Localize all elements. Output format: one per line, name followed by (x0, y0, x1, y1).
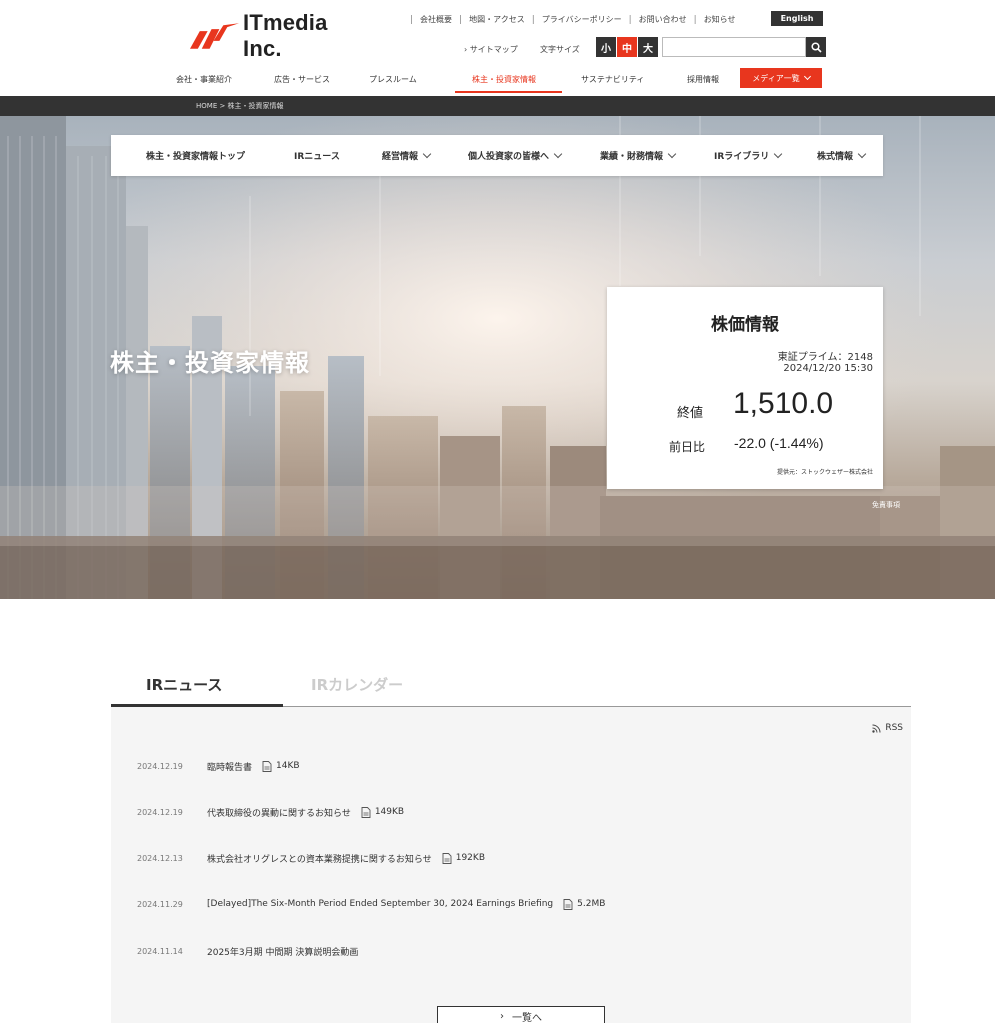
ir-tabs: IRニュース IRカレンダー (111, 660, 911, 708)
news-date: 2024.12.13 (137, 853, 183, 863)
logo-text: ITmedia Inc. (243, 10, 328, 61)
rss-label: RSS (885, 723, 903, 733)
utility-links: | 会社概要 | 地図・アクセス | プライバシーポリシー | お問い合わせ |… (410, 14, 736, 25)
nav-investors[interactable]: 株主・投資家情報 (472, 74, 536, 85)
news-item[interactable]: 2024.12.19 代表取締役の異動に関するお知らせ 149KB (137, 804, 404, 820)
util-link-privacy[interactable]: プライバシーポリシー (542, 14, 622, 25)
price-change-label: 前日比 (669, 440, 706, 454)
subnav-individual-investors[interactable]: 個人投資家の皆様へ (468, 149, 563, 162)
main-nav: 会社・事業紹介 広告・サービス プレスルーム 株主・投資家情報 サステナビリティ… (0, 70, 995, 92)
fontsize-small-button[interactable]: 小 (596, 37, 616, 57)
chevron-down-icon (667, 149, 677, 159)
pdf-icon (361, 806, 371, 818)
subnav-financials[interactable]: 業績・財務情報 (600, 149, 677, 162)
util-link-news[interactable]: お知らせ (704, 14, 736, 25)
tab-ir-news[interactable]: IRニュース (146, 674, 222, 695)
search-input[interactable] (662, 37, 806, 57)
stock-price-card: 株価情報 東証プライム：2148 2024/12/20 15:30 終値 1,5… (607, 287, 883, 489)
english-button[interactable]: English (771, 11, 823, 26)
chevron-down-icon (553, 149, 563, 159)
news-title: 2025年3月期 中間期 決算説明会動画 (207, 947, 359, 958)
chevron-down-icon (857, 149, 867, 159)
subnav-ir-top[interactable]: 株主・投資家情報トップ (146, 149, 245, 162)
chevron-right-icon: › (500, 1011, 504, 1022)
news-file-size: 14KB (276, 761, 300, 771)
subnav-individual-investors-label: 個人投資家の皆様へ (468, 152, 550, 162)
rss-link[interactable]: RSS (872, 723, 903, 733)
sitemap-label: サイトマップ (469, 45, 518, 54)
hero-banner: 株主・投資家情報トップ IRニュース 経営情報 個人投資家の皆様へ 業績・財務情… (0, 116, 995, 599)
news-file-size: 5.2MB (577, 899, 606, 909)
util-link-company[interactable]: 会社概要 (420, 14, 452, 25)
subnav-management[interactable]: 経営情報 (382, 149, 432, 162)
news-title: [Delayed]The Six-Month Period Ended Sept… (207, 899, 554, 909)
pdf-icon (262, 760, 272, 772)
subnav-ir-news[interactable]: IRニュース (294, 149, 340, 162)
breadcrumb[interactable]: HOME > 株主・投資家情報 (196, 101, 284, 111)
search-button[interactable] (806, 37, 826, 57)
nav-pressroom[interactable]: プレスルーム (369, 74, 417, 85)
view-all-button[interactable]: › 一覧へ (437, 1006, 605, 1023)
news-title: 臨時報告書 (207, 762, 253, 773)
news-title: 代表取締役の異動に関するお知らせ (207, 808, 351, 819)
fontsize-label: 文字サイズ (540, 45, 580, 54)
stock-datetime: 2024/12/20 15:30 (783, 363, 873, 374)
subnav-stock-info[interactable]: 株式情報 (817, 149, 867, 162)
site-header: ITmedia Inc. | 会社概要 | 地図・アクセス | プライバシーポリ… (0, 0, 995, 96)
nav-careers[interactable]: 採用情報 (687, 74, 719, 85)
nav-company[interactable]: 会社・事業紹介 (176, 74, 232, 85)
news-file-size: 192KB (455, 853, 485, 863)
chevron-down-icon (422, 149, 432, 159)
close-price-value: 1,510.0 (733, 387, 834, 420)
stock-market-code: 東証プライム：2148 (777, 352, 873, 363)
util-link-access[interactable]: 地図・アクセス (469, 14, 525, 25)
itmedia-logo[interactable]: ITmedia Inc. (190, 10, 370, 61)
media-list-label: メディア一覧 (752, 73, 800, 83)
breadcrumb-bar: HOME > 株主・投資家情報 (0, 96, 995, 116)
fontsize-medium-button[interactable]: 中 (617, 37, 637, 57)
subnav-ir-library[interactable]: IRライブラリ (714, 149, 783, 162)
price-change-value: -22.0 (-1.44%) (734, 435, 824, 451)
news-date: 2024.11.29 (137, 899, 183, 909)
fontsize-large-button[interactable]: 大 (638, 37, 658, 57)
util-link-contact[interactable]: お問い合わせ (639, 14, 687, 25)
media-list-button[interactable]: メディア一覧 (740, 68, 822, 88)
subnav-ir-library-label: IRライブラリ (714, 152, 770, 162)
chevron-down-icon (774, 149, 783, 159)
subnav-stock-info-label: 株式情報 (817, 152, 854, 162)
nav-ad-services[interactable]: 広告・サービス (274, 74, 330, 85)
sitemap-link[interactable]: › サイトマップ (464, 44, 518, 55)
subnav-financials-label: 業績・財務情報 (600, 152, 664, 162)
news-file-size: 149KB (374, 807, 405, 817)
news-item[interactable]: 2024.11.29 [Delayed]The Six-Month Period… (137, 896, 605, 912)
tab-ir-calendar[interactable]: IRカレンダー (311, 674, 403, 695)
view-all-label: 一覧へ (512, 1013, 542, 1023)
page-title: 株主・投資家情報 (110, 349, 310, 377)
disclaimer-link[interactable]: 免責事項 (872, 500, 900, 510)
chevron-down-icon (803, 72, 811, 80)
rss-icon (872, 724, 881, 733)
news-date: 2024.12.19 (137, 807, 183, 817)
data-provider: 提供元：ストックウェザー株式会社 (776, 469, 873, 476)
subnav-management-label: 経営情報 (382, 152, 419, 162)
news-item[interactable]: 2024.11.14 2025年3月期 中間期 決算説明会動画 (137, 943, 358, 959)
news-date: 2024.12.19 (137, 761, 183, 771)
logo-mark-icon (190, 23, 240, 49)
stock-card-title: 株価情報 (711, 315, 779, 335)
news-title: 株式会社オリグレスとの資本業務提携に関するお知らせ (207, 854, 432, 865)
news-date: 2024.11.14 (137, 946, 183, 956)
search-icon (810, 41, 822, 53)
news-item[interactable]: 2024.12.13 株式会社オリグレスとの資本業務提携に関するお知らせ 192… (137, 850, 485, 866)
pdf-icon (563, 898, 573, 910)
ir-news-panel: RSS 2024.12.19 臨時報告書 14KB 2024.12.19 代表取… (111, 707, 911, 1023)
nav-sustainability[interactable]: サステナビリティ (581, 74, 644, 85)
close-price-label: 終値 (677, 406, 704, 421)
pdf-icon (442, 852, 452, 864)
news-item[interactable]: 2024.12.19 臨時報告書 14KB (137, 758, 300, 774)
nav-active-underline (455, 91, 562, 93)
ir-subnav: 株主・投資家情報トップ IRニュース 経営情報 個人投資家の皆様へ 業績・財務情… (111, 135, 883, 176)
